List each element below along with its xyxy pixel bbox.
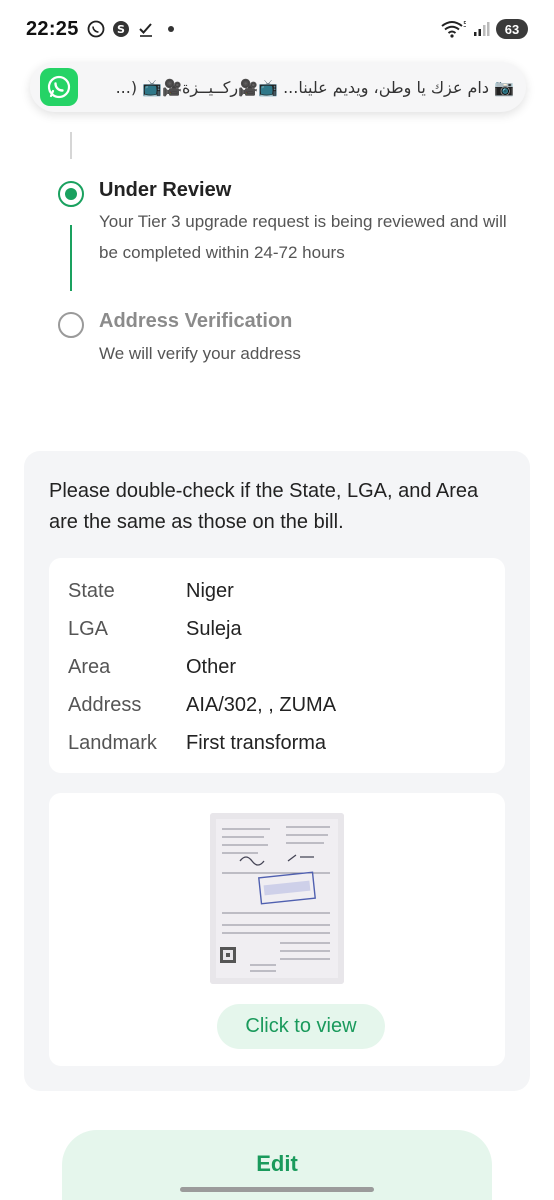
battery-icon: 63 — [496, 19, 528, 39]
detail-row-area: Area Other — [68, 648, 486, 686]
s-app-icon: S — [112, 20, 130, 38]
wifi-icon: 5 — [440, 20, 466, 38]
checkmark-icon — [137, 20, 155, 38]
whatsapp-icon — [40, 68, 78, 106]
dot-icon — [162, 20, 180, 38]
click-to-view-button[interactable]: Click to view — [217, 1004, 385, 1049]
svg-text:5: 5 — [463, 20, 466, 29]
card-intro-text: Please double-check if the State, LGA, a… — [49, 480, 479, 533]
status-bar: 22:25 S 5 63 — [0, 0, 554, 58]
step-description-address-verification: We will verify your address — [99, 344, 301, 363]
notification-text: 📷 دام عزك يا وطن، ويديم علينا... 📺🎥ركــي… — [115, 77, 514, 97]
detail-value: Niger — [186, 579, 234, 602]
detail-label: Address — [68, 693, 142, 716]
address-review-card: Please double-check if the State, LGA, a… — [24, 451, 530, 1091]
detail-value: First transforma — [186, 731, 327, 754]
detail-row-lga: LGA Suleja — [68, 610, 486, 648]
detail-label: Area — [68, 655, 111, 678]
detail-label: State — [68, 579, 115, 602]
detail-row-address: Address AIA/302, , ZUMA — [68, 686, 486, 724]
home-indicator[interactable] — [180, 1187, 374, 1192]
detail-row-state: State Niger — [68, 572, 486, 610]
step-active-indicator — [58, 181, 84, 207]
status-time: 22:25 — [26, 17, 79, 40]
address-details: State Niger LGA Suleja Area Other Addres… — [49, 558, 505, 773]
timeline-connector-active — [70, 225, 72, 291]
notification-banner[interactable]: 📷 دام عزك يا وطن، ويديم علينا... 📺🎥ركــي… — [30, 62, 526, 112]
step-description-under-review: Your Tier 3 upgrade request is being rev… — [99, 212, 507, 262]
detail-value: Other — [186, 655, 237, 678]
detail-label: LGA — [68, 617, 109, 640]
step-title-address-verification: Address Verification — [99, 310, 293, 332]
bill-thumbnail[interactable] — [210, 813, 344, 984]
signal-icon — [472, 20, 490, 38]
detail-value: AIA/302, , ZUMA — [186, 693, 337, 716]
detail-label: Landmark — [68, 731, 157, 754]
bill-document-box: Click to view — [49, 793, 505, 1066]
detail-row-landmark: Landmark First transforma — [68, 724, 486, 762]
step-title-under-review: Under Review — [99, 179, 232, 201]
step-pending-indicator — [58, 312, 84, 338]
whatsapp-icon — [87, 20, 105, 38]
svg-text:S: S — [117, 23, 125, 36]
detail-value: Suleja — [186, 617, 242, 640]
timeline-connector — [70, 132, 72, 159]
